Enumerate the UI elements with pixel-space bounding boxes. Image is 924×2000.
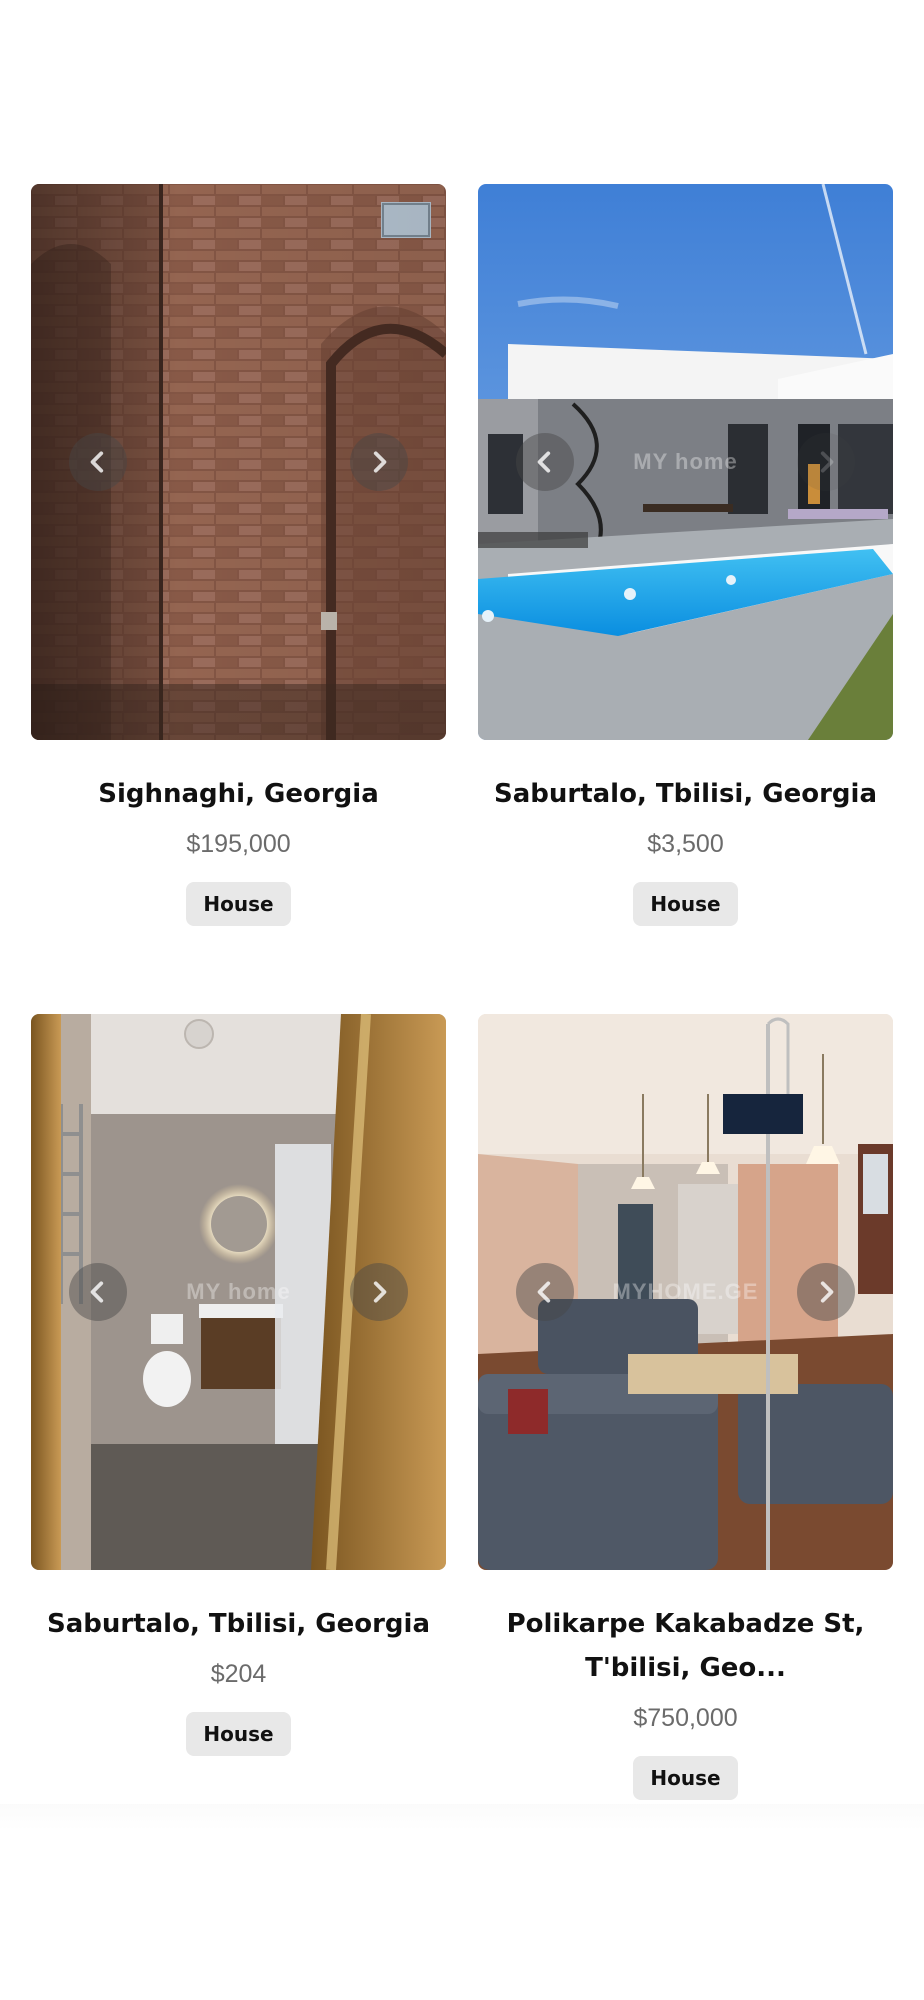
listing-price: $3,500 xyxy=(647,830,724,858)
property-type-badge: House xyxy=(633,1756,738,1800)
chevron-right-icon xyxy=(820,451,834,473)
watermark: MYHOME.GE xyxy=(612,1279,759,1304)
next-photo-button[interactable] xyxy=(350,1263,408,1321)
property-type-badge: House xyxy=(633,882,738,926)
property-type-badge: House xyxy=(186,882,291,926)
prev-photo-button[interactable] xyxy=(516,433,574,491)
chevron-right-icon xyxy=(373,1281,387,1303)
chevron-left-icon xyxy=(537,1281,551,1303)
listing-photo[interactable]: MY home xyxy=(478,184,893,740)
list-bottom-fade xyxy=(0,1804,924,1830)
listing-card[interactable]: MY home Saburtalo, Tbilisi, Georgia $3,5… xyxy=(478,184,893,926)
listing-photo[interactable]: MYHOME.GE xyxy=(478,1014,893,1570)
chevron-left-icon xyxy=(90,451,104,473)
prev-photo-button[interactable] xyxy=(69,1263,127,1321)
listing-location[interactable]: Saburtalo, Tbilisi, Georgia xyxy=(31,1602,446,1646)
next-photo-button[interactable] xyxy=(797,1263,855,1321)
next-photo-button[interactable] xyxy=(797,433,855,491)
chevron-right-icon xyxy=(373,451,387,473)
prev-photo-button[interactable] xyxy=(516,1263,574,1321)
watermark: MY home xyxy=(633,449,738,474)
listing-price: $195,000 xyxy=(186,830,291,858)
listing-location[interactable]: Sighnaghi, Georgia xyxy=(31,772,446,816)
property-type-badge: House xyxy=(186,1712,291,1756)
chevron-right-icon xyxy=(820,1281,834,1303)
listing-location[interactable]: Saburtalo, Tbilisi, Georgia xyxy=(478,772,893,816)
watermark: MY home xyxy=(186,1279,291,1304)
prev-photo-button[interactable] xyxy=(69,433,127,491)
listing-card[interactable]: MY home Saburtalo, Tbilisi, Georgia $204… xyxy=(31,1014,446,1756)
listing-price: $204 xyxy=(210,1660,267,1688)
listing-photo[interactable]: MY home xyxy=(31,1014,446,1570)
next-photo-button[interactable] xyxy=(350,433,408,491)
chevron-left-icon xyxy=(537,451,551,473)
listing-photo[interactable] xyxy=(31,184,446,740)
listing-card[interactable]: Sighnaghi, Georgia $195,000 House xyxy=(31,184,446,926)
listing-card[interactable]: MYHOME.GE Polikarpe Kakabadze St, T'bili… xyxy=(478,1014,893,1800)
listing-location[interactable]: Polikarpe Kakabadze St, T'bilisi, Geo... xyxy=(478,1602,893,1690)
listing-price: $750,000 xyxy=(633,1704,738,1732)
chevron-left-icon xyxy=(90,1281,104,1303)
